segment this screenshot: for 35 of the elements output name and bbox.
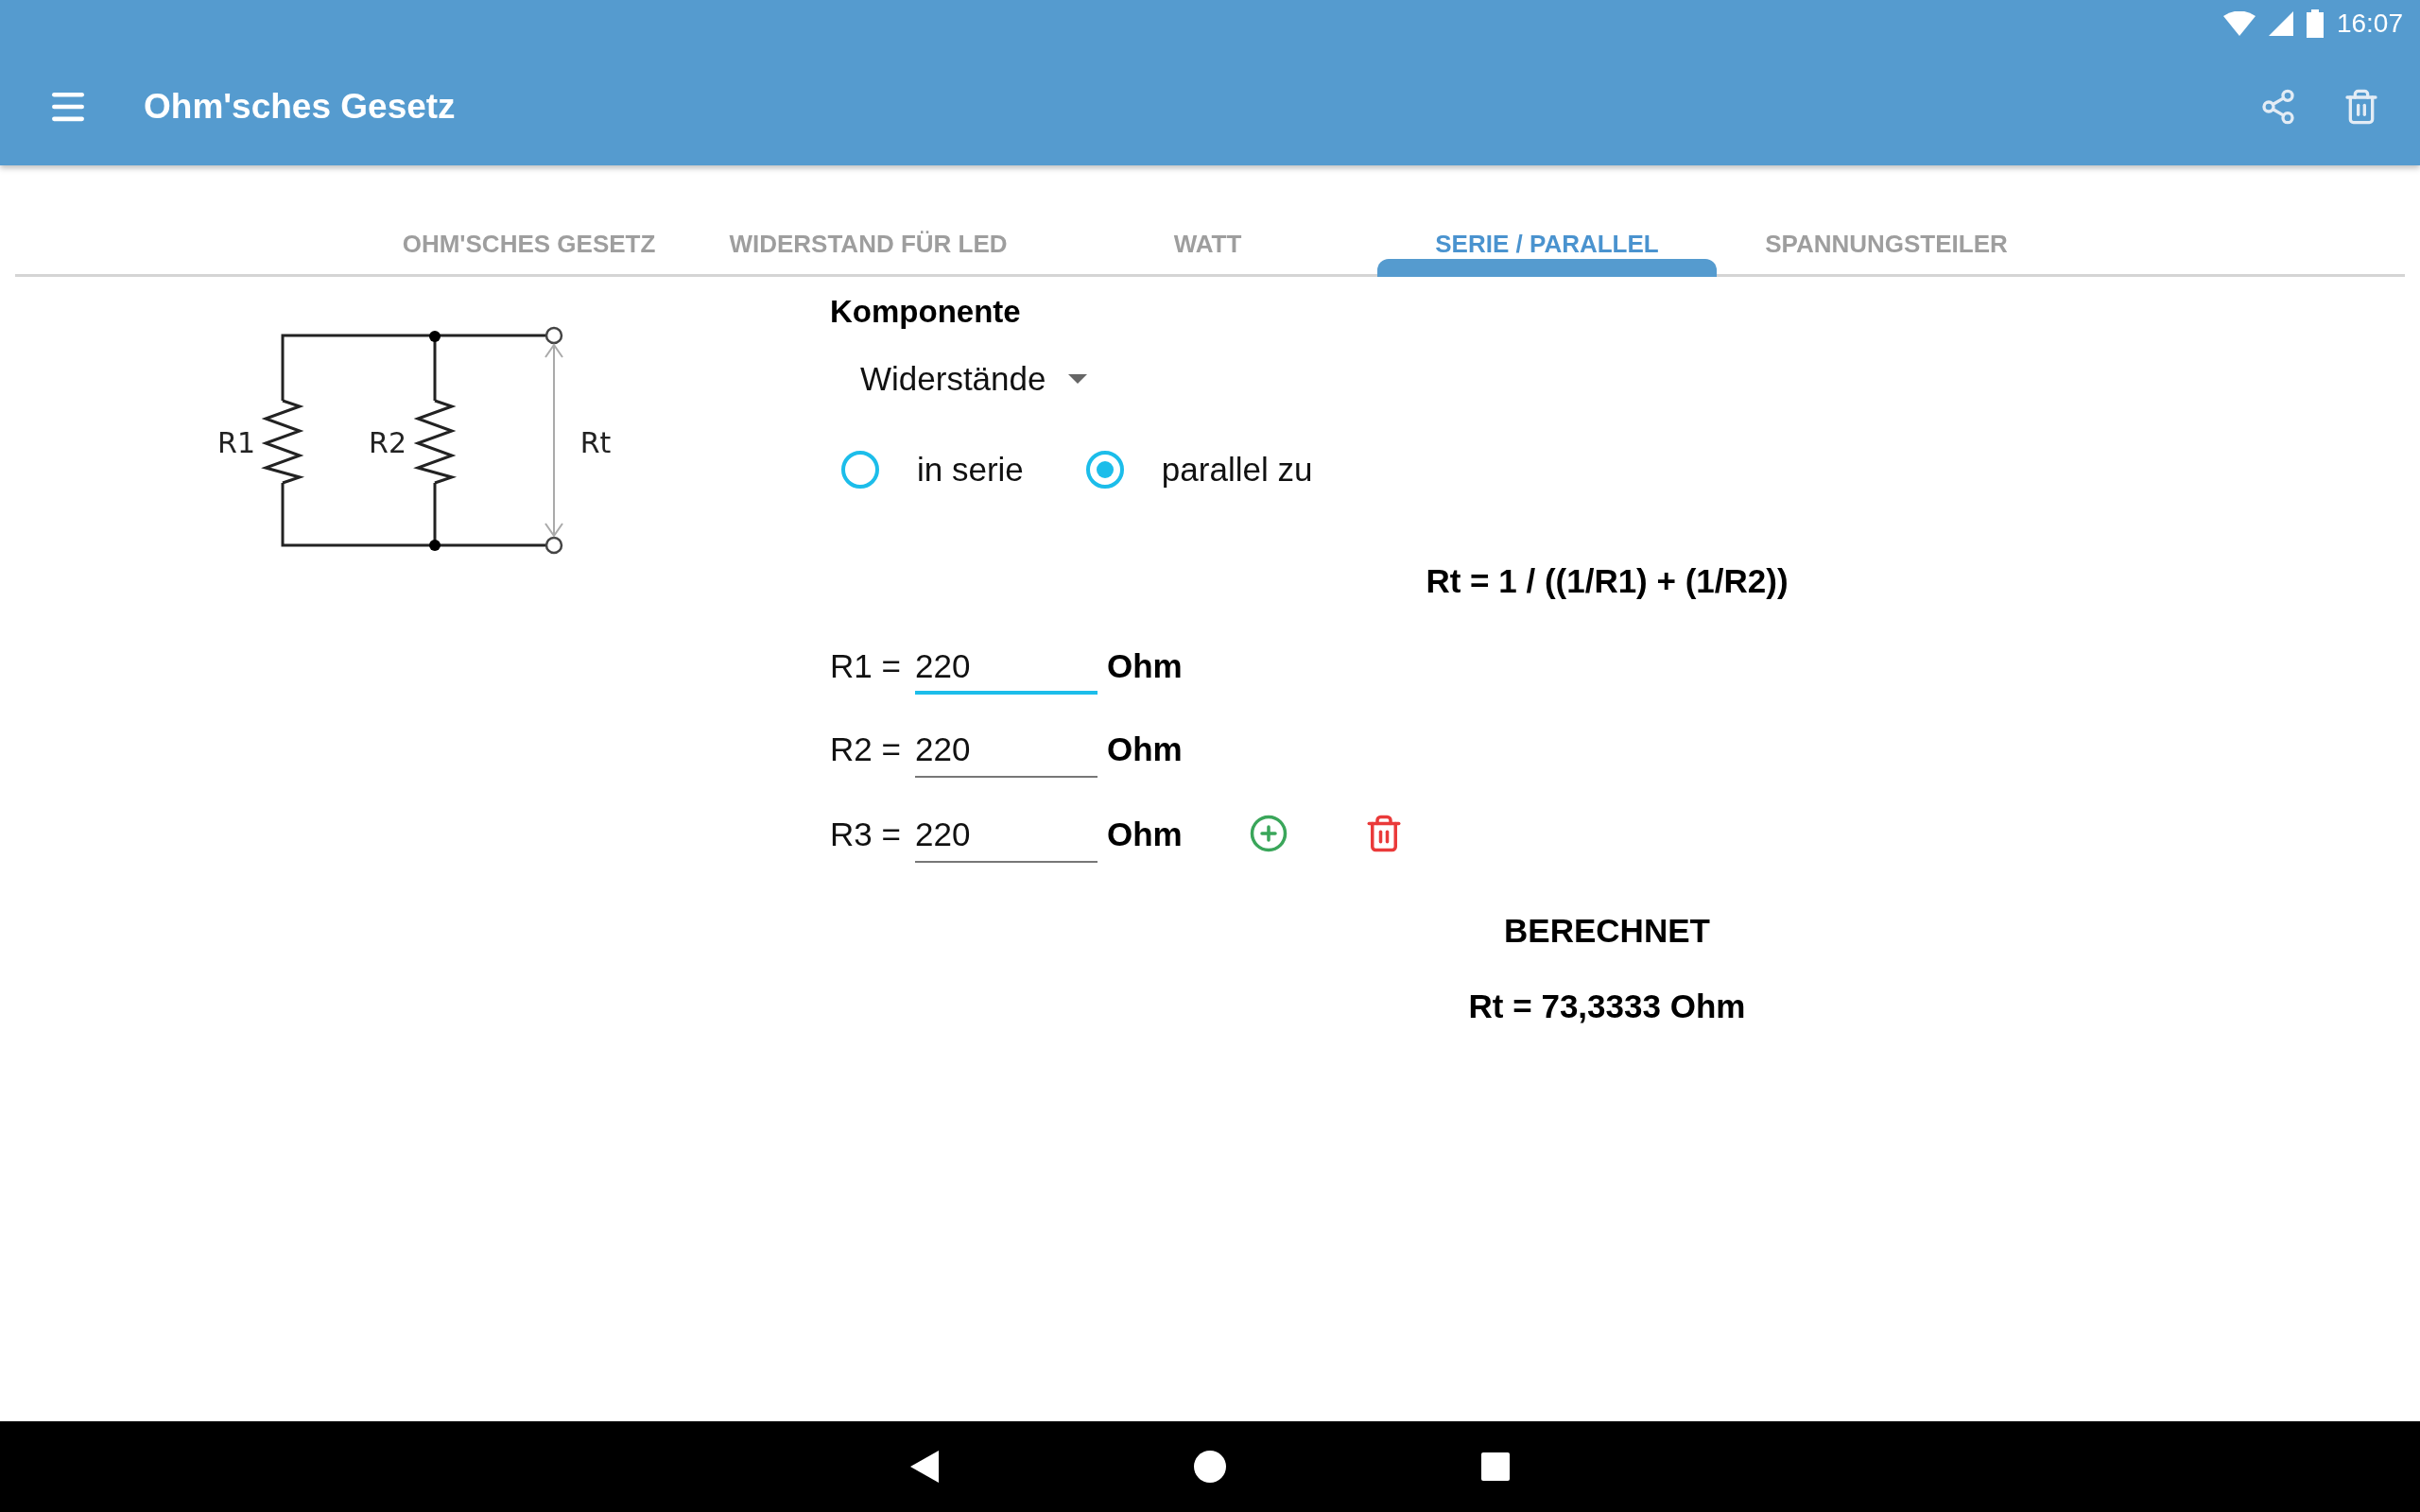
formula-text: Rt = 1 / ((1/R1) + (1/R2)) (1426, 562, 1789, 600)
radio-button[interactable] (1085, 451, 1124, 489)
wifi-icon (2222, 11, 2256, 36)
battery-icon (2306, 9, 2324, 38)
radio-button[interactable] (841, 451, 879, 489)
radio-label: parallel zu (1161, 451, 1313, 489)
signal-icon (2268, 11, 2293, 36)
tab[interactable]: WIDERSTAND FÜR LED (699, 165, 1038, 274)
unit-label: Ohm (1107, 730, 1183, 769)
tab[interactable]: SPANNUNGSTEILER (1717, 165, 2056, 274)
circuit-label: Rt (579, 426, 612, 459)
app-title: Ohm'sches Gesetz (144, 86, 457, 127)
resistance-input[interactable]: 220 (915, 730, 1098, 778)
tab[interactable]: SERIE / PARALLEL (1377, 165, 1717, 274)
result-heading: BERECHNET (1504, 912, 1710, 950)
resistance-input[interactable]: 220 (915, 647, 1098, 695)
back-button[interactable] (910, 1451, 939, 1483)
circuit-label: R1 (217, 426, 255, 459)
unit-label: Ohm (1107, 816, 1183, 854)
resistor-label: R1 = (830, 647, 902, 686)
resistor-label: R2 = (830, 730, 902, 769)
tab[interactable]: OHM'SCHES GESETZ (359, 165, 699, 274)
unit-label: Ohm (1107, 647, 1183, 686)
resistor-label: R3 = (830, 816, 902, 854)
radio-label: in serie (917, 451, 1024, 489)
status-time: 16:07 (2336, 9, 2403, 39)
component-dropdown[interactable]: Widerstände (853, 356, 1096, 402)
home-button[interactable] (1194, 1451, 1226, 1483)
share-button[interactable] (2259, 87, 2297, 126)
component-label: Komponente (830, 294, 1022, 330)
caret-icon (1068, 374, 1088, 384)
tab[interactable]: WATT (1038, 165, 1377, 274)
resistance-input[interactable]: 220 (915, 816, 1098, 863)
circuit-label: R2 (369, 426, 406, 459)
result-value: Rt = 73,3333 Ohm (1468, 988, 1746, 1025)
